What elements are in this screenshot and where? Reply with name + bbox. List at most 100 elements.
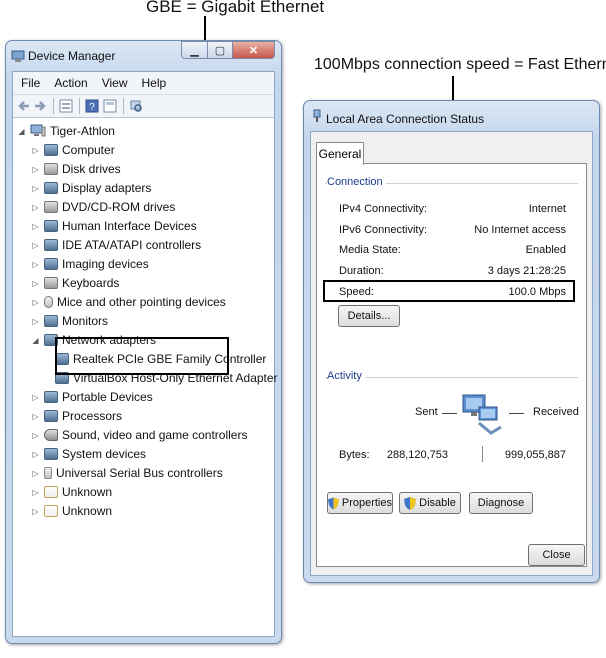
sent-label: Sent bbox=[415, 406, 438, 418]
properties-button[interactable]: Properties bbox=[327, 492, 393, 514]
tree-node-label: Universal Serial Bus controllers bbox=[56, 466, 223, 480]
expand-arrow-icon[interactable]: ▷ bbox=[31, 298, 40, 307]
duration-label: Duration: bbox=[339, 265, 384, 277]
details-button[interactable]: Details... bbox=[338, 305, 400, 327]
menu-file[interactable]: File bbox=[21, 76, 40, 90]
properties-button-label: Properties bbox=[341, 497, 392, 509]
tree-node-label: Keyboards bbox=[62, 276, 120, 290]
expand-arrow-icon[interactable]: ▷ bbox=[31, 241, 40, 250]
maximize-button[interactable]: ▢ bbox=[207, 41, 232, 59]
help-icon[interactable]: ? bbox=[85, 99, 99, 113]
expand-arrow-icon[interactable]: ▷ bbox=[31, 488, 40, 497]
tree-category-node[interactable]: ▷ Processors bbox=[31, 407, 122, 425]
tree-category-node[interactable]: ▷ Unknown bbox=[31, 483, 112, 501]
tree-category-node[interactable]: ▷ Human Interface Devices bbox=[31, 217, 196, 235]
tree-category-node[interactable]: ▷ System devices bbox=[31, 445, 146, 463]
bytes-received-value: 999,055,887 bbox=[504, 449, 566, 461]
tab-general[interactable]: General bbox=[316, 142, 364, 165]
realtek-highlight-box bbox=[55, 337, 229, 375]
portable-device-icon bbox=[44, 391, 58, 403]
general-tab-panel: Connection IPv4 Connectivity: Internet I… bbox=[316, 163, 587, 567]
tree-category-node[interactable]: ▷ Portable Devices bbox=[31, 388, 152, 406]
tree-category-node[interactable]: ▷ Imaging devices bbox=[31, 255, 148, 273]
expand-arrow-icon[interactable]: ▷ bbox=[31, 203, 40, 212]
lan-status-titlebar[interactable]: Local Area Connection Status bbox=[304, 101, 599, 129]
network-connection-icon bbox=[313, 109, 321, 122]
display-adapter-icon bbox=[44, 182, 58, 194]
tree-root[interactable]: ◢ Tiger-Athlon bbox=[17, 122, 115, 140]
processor-icon bbox=[44, 410, 58, 422]
show-hidden-icon[interactable] bbox=[103, 99, 117, 113]
tree-category-node[interactable]: ▷ Sound, video and game controllers bbox=[31, 426, 247, 444]
tree-node-label: System devices bbox=[62, 447, 147, 461]
received-dash bbox=[509, 413, 524, 414]
device-manager-icon bbox=[11, 50, 25, 62]
close-button[interactable]: ✕ bbox=[232, 41, 275, 59]
expand-arrow-icon[interactable]: ▷ bbox=[31, 222, 40, 231]
expand-arrow-icon[interactable]: ▷ bbox=[31, 507, 40, 516]
menu-action[interactable]: Action bbox=[54, 76, 87, 90]
bytes-divider bbox=[482, 446, 483, 462]
minimize-button[interactable]: ▁ bbox=[181, 41, 207, 59]
tree-category-node[interactable]: ▷ Computer bbox=[31, 141, 115, 159]
disk-drive-icon bbox=[44, 163, 58, 175]
tree-node-label: Disk drives bbox=[62, 162, 121, 176]
tree-category-node[interactable]: ▷ Display adapters bbox=[31, 179, 151, 197]
close-dialog-button[interactable]: Close bbox=[528, 544, 585, 566]
media-state-value: Enabled bbox=[525, 244, 566, 256]
collapse-arrow-icon[interactable]: ◢ bbox=[17, 127, 26, 136]
unknown-device-icon bbox=[44, 505, 58, 517]
tree-category-node[interactable]: ▷ IDE ATA/ATAPI controllers bbox=[31, 236, 201, 254]
fast-ethernet-annotation: 100Mbps connection speed = Fast Ethernet bbox=[314, 56, 606, 73]
properties-grid-icon[interactable] bbox=[59, 99, 73, 113]
tree-category-node[interactable]: ▷ Keyboards bbox=[31, 274, 119, 292]
tree-category-node[interactable]: ▷ Universal Serial Bus controllers bbox=[31, 464, 223, 482]
scan-hardware-icon[interactable] bbox=[129, 99, 143, 113]
tree-node-label: IDE ATA/ATAPI controllers bbox=[62, 238, 202, 252]
expand-arrow-icon[interactable]: ▷ bbox=[31, 260, 40, 269]
device-tree[interactable]: ◢ Tiger-Athlon ▷ Computer ▷ Disk drives ▷ Dis… bbox=[13, 118, 277, 636]
expand-arrow-icon[interactable]: ▷ bbox=[31, 279, 40, 288]
menu-view[interactable]: View bbox=[102, 76, 128, 90]
menu-help[interactable]: Help bbox=[142, 76, 167, 90]
keyboard-icon bbox=[44, 277, 58, 289]
ide-controller-icon bbox=[44, 239, 58, 251]
expand-arrow-icon[interactable]: ▷ bbox=[31, 431, 40, 440]
tree-node-label: Mice and other pointing devices bbox=[57, 295, 226, 309]
dvd-drive-icon bbox=[44, 201, 58, 213]
tree-category-node[interactable]: ▷ Disk drives bbox=[31, 160, 121, 178]
diagnose-button[interactable]: Diagnose bbox=[469, 492, 533, 514]
tree-category-node[interactable]: ▷ Unknown bbox=[31, 502, 112, 520]
expand-arrow-icon[interactable]: ▷ bbox=[31, 317, 40, 326]
bytes-sent-value: 288,120,753 bbox=[386, 449, 448, 461]
device-manager-titlebar[interactable]: Device Manager ▁ ▢ ✕ bbox=[6, 41, 281, 69]
forward-icon[interactable] bbox=[33, 99, 47, 113]
expand-arrow-icon[interactable]: ▷ bbox=[31, 165, 40, 174]
tree-node-label: Processors bbox=[62, 409, 123, 423]
sent-dash bbox=[442, 413, 457, 414]
ipv6-value: No Internet access bbox=[474, 224, 566, 236]
unknown-device-icon bbox=[44, 486, 58, 498]
activity-group-label: Activity bbox=[327, 370, 365, 382]
disable-button[interactable]: Disable bbox=[399, 492, 461, 514]
tree-node-label: DVD/CD-ROM drives bbox=[62, 200, 176, 214]
uac-shield-icon bbox=[328, 497, 339, 509]
ipv4-label: IPv4 Connectivity: bbox=[339, 203, 428, 215]
uac-shield-icon bbox=[404, 496, 417, 510]
expand-arrow-icon[interactable]: ▷ bbox=[31, 412, 40, 421]
expand-arrow-icon[interactable]: ▷ bbox=[31, 184, 40, 193]
tree-category-node[interactable]: ▷ Monitors bbox=[31, 312, 108, 330]
usb-icon bbox=[44, 467, 52, 479]
collapse-arrow-icon[interactable]: ◢ bbox=[31, 336, 40, 345]
tree-category-node[interactable]: ▷ Mice and other pointing devices bbox=[31, 293, 226, 311]
back-icon[interactable] bbox=[17, 99, 31, 113]
toolbar-separator bbox=[53, 98, 54, 114]
expand-arrow-icon[interactable]: ▷ bbox=[31, 146, 40, 155]
tree-node-label: Computer bbox=[62, 143, 115, 157]
expand-arrow-icon[interactable]: ▷ bbox=[31, 450, 40, 459]
ipv6-label: IPv6 Connectivity: bbox=[339, 224, 428, 236]
expand-arrow-icon[interactable]: ▷ bbox=[31, 393, 40, 402]
expand-arrow-icon[interactable]: ▷ bbox=[31, 469, 40, 478]
speaker-icon bbox=[44, 429, 58, 441]
tree-category-node[interactable]: ▷ DVD/CD-ROM drives bbox=[31, 198, 175, 216]
